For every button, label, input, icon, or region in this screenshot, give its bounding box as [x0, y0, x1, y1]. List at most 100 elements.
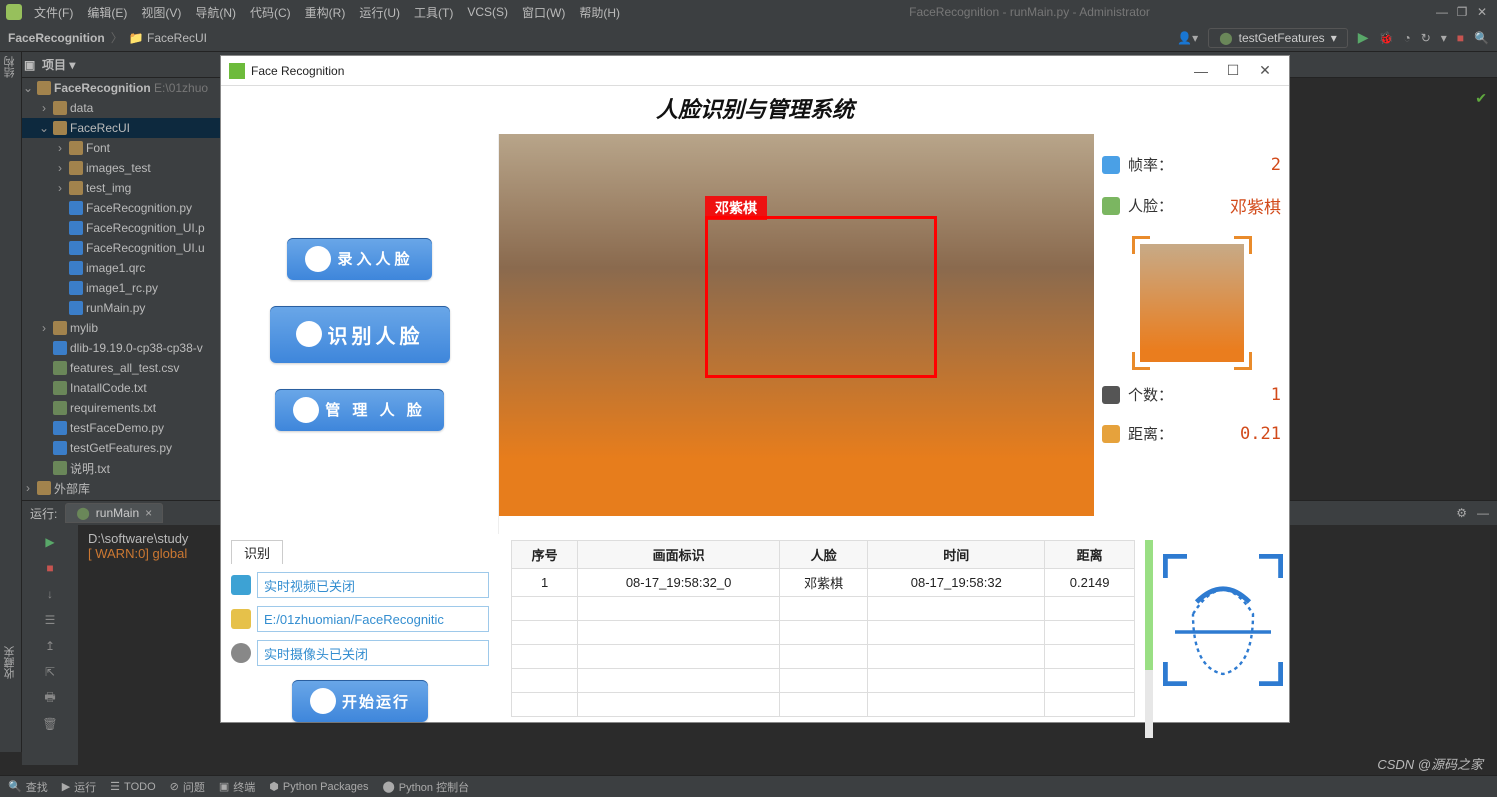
left-gutter: 结构 收藏夹 [0, 52, 22, 752]
run-side-buttons: ▶ ■ ↓ ☰ ↥ ⇱ 🖶 🗑 [22, 525, 78, 765]
menu-run[interactable]: 运行(U) [353, 2, 406, 23]
table-row[interactable]: 108-17_19:58:32_0邓紫棋08-17_19:58:320.2149 [512, 569, 1135, 597]
tree-node[interactable]: ›Font [22, 138, 220, 158]
enroll-face-button[interactable]: 录入人脸 [287, 238, 431, 280]
tree-node[interactable]: ›外部库 [22, 478, 220, 498]
table-row[interactable] [512, 669, 1135, 693]
dlg-maximize-icon[interactable]: ☐ [1217, 62, 1249, 79]
start-run-button[interactable]: 开始运行 [292, 680, 428, 722]
dialog-title: Face Recognition [251, 64, 344, 78]
sb-search[interactable]: 🔍 查找 [8, 779, 48, 795]
table-row[interactable] [512, 597, 1135, 621]
recognize-face-button[interactable]: 识别人脸 [270, 306, 450, 363]
video-pane: 邓紫棋 [499, 134, 1094, 534]
window-minimize-icon[interactable]: — [1433, 5, 1451, 19]
tree-node[interactable]: image1.qrc [22, 258, 220, 278]
export-icon[interactable]: ⇱ [41, 663, 59, 681]
manage-face-button[interactable]: 管 理 人 脸 [275, 389, 444, 431]
tree-node[interactable]: ⌄FaceRecUI [22, 118, 220, 138]
person-icon [305, 246, 331, 272]
camera-status-input[interactable] [257, 640, 489, 666]
menu-window[interactable]: 窗口(W) [516, 2, 571, 23]
sb-pyconsole[interactable]: ⬤ Python 控制台 [382, 779, 469, 795]
sb-run[interactable]: ▶ 运行 [62, 779, 96, 795]
window-close-icon[interactable]: ✕ [1473, 5, 1491, 19]
monitor-icon [1102, 156, 1120, 174]
close-icon[interactable]: × [145, 506, 152, 520]
tree-node[interactable]: 说明.txt [22, 458, 220, 478]
favorites-tab[interactable]: 收藏夹 [0, 642, 20, 683]
tree-node[interactable]: FaceRecognition_UI.p [22, 218, 220, 238]
stop-run-icon[interactable]: ■ [41, 559, 59, 577]
coverage-icon[interactable]: ◔ [1403, 31, 1410, 45]
tree-node[interactable]: FaceRecognition_UI.u [22, 238, 220, 258]
breadcrumb[interactable]: FaceRecognition〉📁 FaceRecUI [8, 29, 207, 46]
sb-pypkg[interactable]: ⬢ Python Packages [269, 780, 368, 793]
layout-icon[interactable]: ☰ [41, 611, 59, 629]
tree-node[interactable]: requirements.txt [22, 398, 220, 418]
tree-node[interactable]: ›images_test [22, 158, 220, 178]
down-icon[interactable]: ↓ [41, 585, 59, 603]
tree-node[interactable]: image1_rc.py [22, 278, 220, 298]
user-icon[interactable]: 👤▾ [1177, 31, 1198, 45]
table-row[interactable] [512, 645, 1135, 669]
up-icon[interactable]: ↥ [41, 637, 59, 655]
project-tree[interactable]: ⌄FaceRecognition E:\01zhuo ›data⌄FaceRec… [22, 78, 220, 508]
search-everywhere-icon[interactable]: 🔍 [1474, 31, 1489, 45]
table-header: 距离 [1045, 541, 1135, 569]
table-row[interactable] [512, 693, 1135, 717]
tree-node[interactable]: testGetFeatures.py [22, 438, 220, 458]
trash-icon[interactable]: 🗑 [41, 715, 59, 733]
sb-todo[interactable]: ☰ TODO [110, 780, 155, 793]
path-input[interactable] [257, 606, 489, 632]
run-tab[interactable]: ⬤runMain× [65, 503, 163, 523]
tree-node[interactable]: InatallCode.txt [22, 378, 220, 398]
window-maximize-icon[interactable]: ❐ [1453, 5, 1471, 19]
menu-vcs[interactable]: VCS(S) [461, 3, 514, 21]
tree-node[interactable]: ›mylib [22, 318, 220, 338]
menu-help[interactable]: 帮助(H) [573, 2, 626, 23]
dlg-close-icon[interactable]: ✕ [1249, 62, 1281, 79]
face-name-value: 邓紫棋 [1230, 193, 1281, 218]
structure-tab[interactable]: 结构 [0, 52, 20, 82]
tree-node[interactable]: FaceRecognition.py [22, 198, 220, 218]
input-panel: 识别 开始运行 [221, 534, 499, 744]
stop-icon[interactable]: ■ [1457, 31, 1464, 45]
table-scrollbar[interactable] [1145, 540, 1153, 738]
rerun-icon[interactable]: ▶ [41, 533, 59, 551]
profile-icon[interactable]: ↻ [1421, 31, 1431, 45]
tree-node[interactable]: dlib-19.19.0-cp38-cp38-v [22, 338, 220, 358]
table-row[interactable] [512, 621, 1135, 645]
menu-code[interactable]: 代码(C) [244, 2, 297, 23]
print-icon[interactable]: 🖶 [41, 689, 59, 707]
attach-icon[interactable]: ▾ [1441, 31, 1447, 45]
debug-icon[interactable]: 🐞 [1379, 31, 1394, 45]
tree-node[interactable]: ›data [22, 98, 220, 118]
tree-node[interactable]: ›test_img [22, 178, 220, 198]
tree-node[interactable]: runMain.py [22, 298, 220, 318]
results-table[interactable]: 序号画面标识人脸时间距离 108-17_19:58:32_0邓紫棋08-17_1… [511, 540, 1135, 717]
menu-view[interactable]: 视图(V) [135, 2, 187, 23]
tree-node[interactable]: testFaceDemo.py [22, 418, 220, 438]
tab-recognize[interactable]: 识别 [231, 540, 283, 564]
sb-terminal[interactable]: ▣ 终端 [219, 779, 255, 795]
menu-file[interactable]: 文件(F) [28, 2, 79, 23]
table-header: 画面标识 [578, 541, 780, 569]
count-value: 1 [1271, 385, 1281, 405]
hide-icon[interactable]: — [1477, 506, 1489, 520]
distance-value: 0.21 [1240, 424, 1281, 444]
run-config-select[interactable]: ⬤testGetFeatures▾ [1208, 28, 1348, 48]
left-button-pane: 录入人脸 识别人脸 管 理 人 脸 [221, 134, 499, 534]
menu-refactor[interactable]: 重构(R) [299, 2, 352, 23]
watermark-text: CSDN @源码之家 [1377, 754, 1483, 773]
menu-tools[interactable]: 工具(T) [408, 2, 459, 23]
run-button-icon[interactable]: ▶ [1358, 29, 1369, 46]
tree-node[interactable]: features_all_test.csv [22, 358, 220, 378]
settings-icon[interactable]: ⚙ [1456, 506, 1467, 520]
video-status-input[interactable] [257, 572, 489, 598]
sb-problems[interactable]: ⊘ 问题 [170, 779, 205, 795]
dlg-minimize-icon[interactable]: — [1185, 63, 1217, 79]
menu-edit[interactable]: 编辑(E) [81, 2, 133, 23]
menu-nav[interactable]: 导航(N) [189, 2, 242, 23]
dialog-heading: 人脸识别与管理系统 [221, 86, 1289, 134]
